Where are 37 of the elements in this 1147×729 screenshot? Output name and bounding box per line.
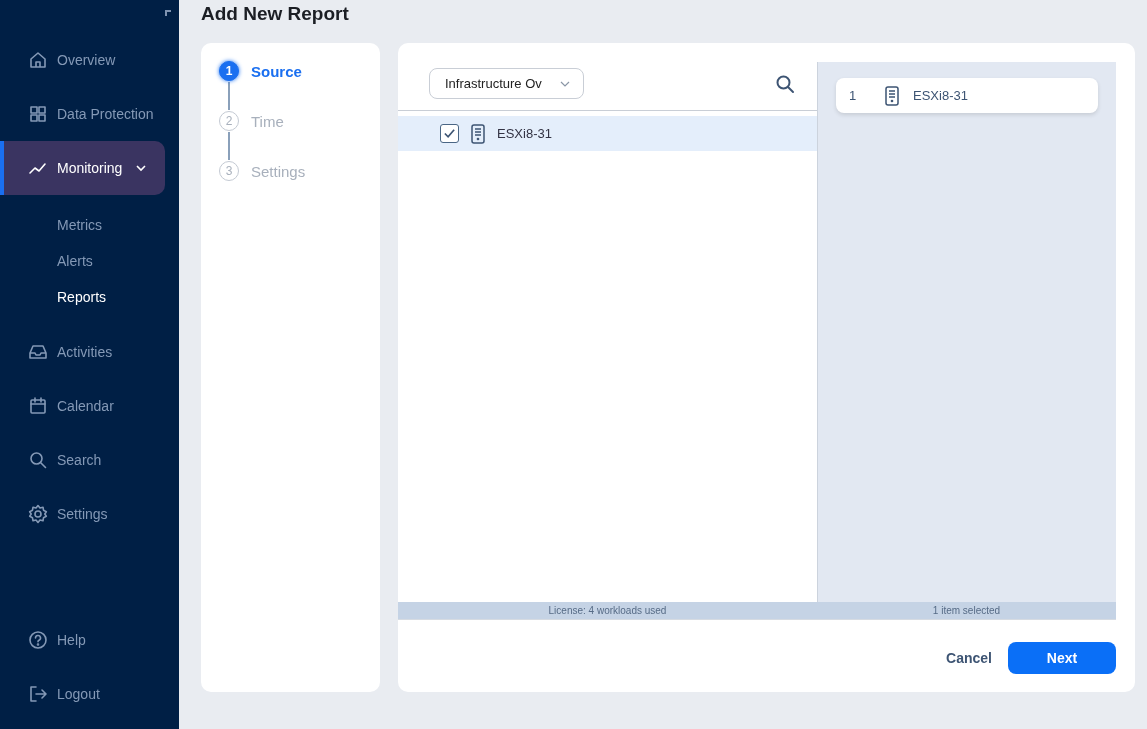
license-text: License: 4 workloads used	[547, 605, 668, 616]
gear-icon	[28, 504, 48, 524]
source-dropdown[interactable]: Infrastructure Ov	[429, 68, 584, 99]
sidebar-item[interactable]: Monitoring	[0, 141, 165, 195]
workload-row[interactable]: ESXi8-31	[398, 116, 817, 151]
server-icon	[885, 85, 899, 106]
item-name: ESXi8-31	[913, 88, 968, 103]
house-icon	[28, 50, 48, 70]
page-title: Add New Report	[201, 2, 350, 26]
sidebar-item[interactable]: Calendar	[0, 379, 165, 433]
help-icon	[28, 630, 48, 650]
cancel-button[interactable]: Cancel	[946, 641, 992, 674]
step-number: 1	[219, 61, 239, 81]
collapse-icon[interactable]	[165, 10, 171, 16]
sidebar-item[interactable]: Settings	[0, 487, 165, 541]
next-button[interactable]: Next	[1008, 641, 1116, 674]
sidebar-item[interactable]: Logout	[0, 667, 165, 721]
sidebar-item[interactable]: Overview	[0, 33, 165, 87]
sidebar-subitem[interactable]: Alerts	[0, 243, 179, 279]
sidebar-item[interactable]: Activities	[0, 325, 165, 379]
step-label[interactable]: Source	[251, 62, 302, 80]
sidebar-subitem[interactable]: Metrics	[0, 207, 179, 243]
calendar-icon	[28, 396, 48, 416]
selection-count: 1 item selected	[931, 605, 1002, 616]
sidebar-item[interactable]: Data Protection	[0, 87, 165, 141]
logout-icon	[28, 684, 48, 704]
search-icon	[28, 450, 48, 470]
search-icon[interactable]	[775, 73, 795, 94]
item-index: 1	[849, 88, 858, 103]
checkbox[interactable]	[440, 124, 459, 143]
server-icon	[471, 123, 485, 144]
sidebar-item[interactable]: Search	[0, 433, 165, 487]
grid-icon	[28, 104, 48, 124]
inbox-icon	[28, 342, 48, 362]
check-icon	[443, 127, 456, 140]
sidebar-subitem[interactable]: Reports	[0, 279, 179, 315]
sidebar-item[interactable]: Help	[0, 613, 165, 667]
